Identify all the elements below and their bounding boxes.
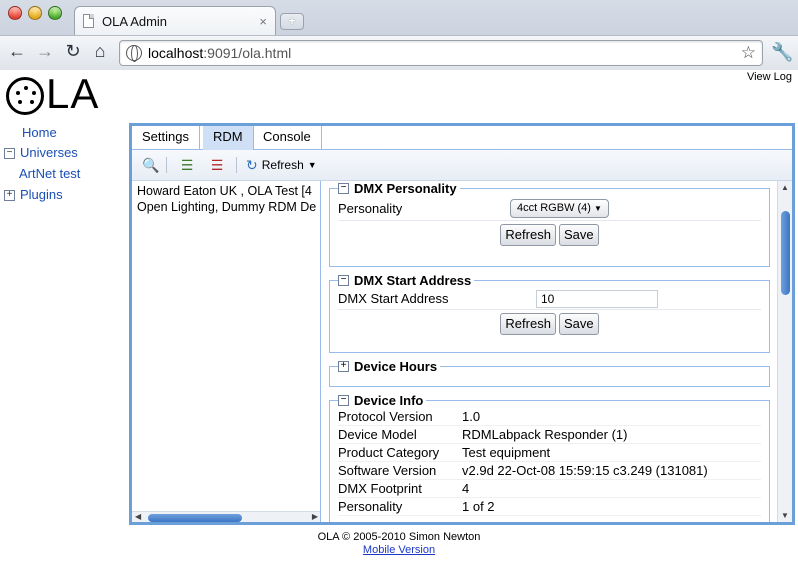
info-row: Personality 1 of 2	[338, 498, 761, 516]
section-title: − DMX Start Address	[338, 273, 474, 288]
expand-all-icon[interactable]: ☰	[178, 156, 196, 174]
button-row: Refresh Save	[338, 310, 761, 339]
vertical-scrollbar[interactable]: ▲ ▼	[777, 181, 792, 522]
wrench-icon[interactable]: 🔧	[771, 42, 793, 63]
device-list: Howard Eaton UK , OLA Test [4 Open Light…	[132, 181, 321, 522]
tab-rdm[interactable]: RDM	[203, 126, 254, 150]
home-icon[interactable]: ⌂	[89, 41, 111, 62]
dmx-start-address-section: − DMX Start Address DMX Start Address 10…	[329, 273, 770, 353]
sidebar-item-label: Universes	[20, 145, 78, 160]
info-row: Device Model RDMLabpack Responder (1)	[338, 426, 761, 444]
tab-settings[interactable]: Settings	[132, 126, 200, 150]
info-row: Protocol Version 1.0	[338, 408, 761, 426]
forward-arrow-icon[interactable]: →	[34, 41, 56, 62]
search-icon[interactable]: 🔍	[142, 156, 160, 174]
form-row: DMX Start Address 10	[338, 288, 761, 310]
new-tab-button[interactable]: +	[280, 13, 304, 30]
refresh-button[interactable]: Refresh	[500, 313, 556, 335]
chevron-down-icon: ▼	[307, 160, 317, 170]
browser-chrome: OLA Admin × + ← → ↻ ⌂ localhost:9091/ola…	[0, 0, 798, 70]
sidebar-item-label: ArtNet test	[19, 166, 81, 181]
refresh-button[interactable]: Refresh	[500, 224, 556, 246]
sidebar-item-label: Plugins	[20, 187, 63, 202]
reload-icon[interactable]: ↻	[62, 41, 84, 62]
back-arrow-icon[interactable]: ←	[6, 41, 28, 62]
minimize-window-button[interactable]	[28, 6, 42, 20]
refresh-dropdown-button[interactable]: ↻ Refresh ▼	[246, 156, 317, 174]
scrollbar-thumb[interactable]	[781, 211, 790, 295]
zoom-window-button[interactable]	[48, 6, 62, 20]
chevron-down-icon: ▼	[594, 203, 602, 213]
browser-toolbar: ← → ↻ ⌂ localhost:9091/ola.html ☆ 🔧	[0, 35, 798, 70]
sidebar-item-home[interactable]: Home	[4, 123, 124, 143]
info-row: Software Version v2.9d 22-Oct-08 15:59:15…	[338, 462, 761, 480]
logo-connector-icon	[6, 77, 44, 115]
list-item[interactable]: Howard Eaton UK , OLA Test [4	[132, 183, 320, 199]
window-controls	[8, 6, 62, 20]
bookmark-star-icon[interactable]: ☆	[741, 43, 756, 63]
tab-title: OLA Admin	[102, 13, 168, 29]
device-info-section: − Device Info Protocol Version 1.0 Device…	[329, 393, 770, 522]
device-hours-section: + Device Hours	[329, 359, 770, 387]
close-window-button[interactable]	[8, 6, 22, 20]
expand-icon[interactable]: +	[4, 189, 15, 201]
sidebar: Home − Universes ArtNet test + Plugins	[4, 123, 124, 205]
sidebar-item-universes[interactable]: − Universes	[4, 143, 124, 163]
section-title: − Device Info	[338, 393, 426, 408]
logo-text: LA	[46, 70, 100, 117]
address-bar[interactable]: localhost:9091/ola.html ☆	[119, 40, 763, 66]
personality-select[interactable]: 4cct RGBW (4) ▼	[510, 198, 609, 218]
scroll-up-icon[interactable]: ▲	[781, 183, 789, 192]
section-title: + Device Hours	[338, 359, 440, 374]
save-button[interactable]: Save	[558, 224, 599, 246]
list-item[interactable]: Open Lighting, Dummy RDM De	[132, 199, 320, 215]
button-row: Refresh Save	[338, 221, 761, 250]
expand-icon[interactable]: +	[338, 361, 349, 372]
sidebar-item-artnet-test[interactable]: ArtNet test	[4, 163, 124, 185]
info-row: Product Category Test equipment	[338, 444, 761, 462]
browser-tab[interactable]: OLA Admin ×	[74, 6, 276, 35]
footer: OLA © 2005-2010 Simon Newton Mobile Vers…	[0, 531, 798, 557]
dmx-personality-section: − DMX Personality Personality 4cct RGBW …	[329, 181, 770, 267]
scrollbar-thumb[interactable]	[148, 514, 242, 522]
collapse-all-icon[interactable]: ☰	[208, 156, 226, 174]
horizontal-scrollbar[interactable]: ◀ ▶	[132, 511, 320, 522]
scroll-down-icon[interactable]: ▼	[781, 511, 789, 520]
globe-icon	[126, 45, 142, 62]
form-row: Personality 4cct RGBW (4) ▼	[338, 196, 761, 221]
collapse-icon[interactable]: −	[338, 183, 349, 194]
panel-tabbar: Settings RDM Console	[132, 126, 792, 150]
field-label: DMX Start Address	[338, 291, 449, 306]
scroll-right-icon[interactable]: ▶	[312, 512, 318, 521]
sidebar-item-label: Home	[22, 125, 57, 140]
section-title: − DMX Personality	[338, 181, 460, 196]
rdm-toolbar: 🔍 ☰ ☰ ↻ Refresh ▼	[132, 150, 792, 181]
universe-panel: Settings RDM Console 🔍 ☰ ☰ ↻ Refresh ▼ H…	[129, 123, 795, 525]
field-label: Personality	[338, 200, 403, 216]
collapse-icon[interactable]: −	[4, 147, 15, 159]
url-text: localhost:9091/ola.html	[148, 45, 292, 61]
sidebar-item-plugins[interactable]: + Plugins	[4, 185, 124, 205]
toolbar-separator	[236, 157, 237, 173]
tab-console[interactable]: Console	[253, 126, 322, 150]
scroll-left-icon[interactable]: ◀	[135, 512, 141, 521]
ola-logo: LA	[6, 71, 99, 117]
view-log-link[interactable]: View Log	[747, 71, 792, 83]
refresh-label: Refresh	[261, 158, 304, 172]
refresh-icon: ↻	[246, 156, 258, 173]
tab-close-icon[interactable]: ×	[259, 14, 267, 29]
collapse-icon[interactable]: −	[338, 395, 349, 406]
device-details: − DMX Personality Personality 4cct RGBW …	[322, 181, 792, 522]
page-icon	[83, 14, 94, 28]
info-row: DMX Footprint 4	[338, 480, 761, 498]
copyright-text: OLA © 2005-2010 Simon Newton	[317, 531, 481, 543]
toolbar-separator	[166, 157, 167, 173]
collapse-icon[interactable]: −	[338, 275, 349, 286]
save-button[interactable]: Save	[558, 313, 599, 335]
start-address-input[interactable]: 10	[536, 289, 658, 308]
mobile-version-link[interactable]: Mobile Version	[363, 544, 435, 556]
page: LA View Log Home − Universes ArtNet test…	[0, 71, 798, 561]
